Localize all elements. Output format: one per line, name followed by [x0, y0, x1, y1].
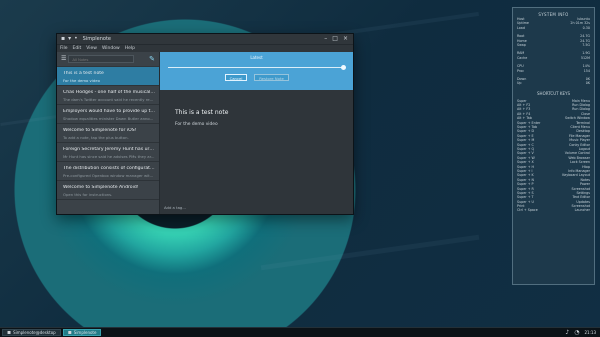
taskbar-item[interactable]: ▪ Simplenote@desktop	[2, 329, 61, 336]
shortcut-row: Ctrl + Space Launcher	[513, 208, 594, 212]
shortcut-value: Launcher	[574, 208, 590, 213]
new-note-icon[interactable]: ✎	[149, 55, 155, 63]
minimize-icon[interactable]: –	[324, 36, 327, 42]
menu-bar: File Edit View Window Help	[57, 45, 353, 52]
note-list-item[interactable]: The distribution consists of configurati…	[57, 162, 159, 181]
simplenote-window: ▪ ▾ • Simplenote – □ × File Edit View Wi…	[56, 33, 354, 215]
note-list-item[interactable]: Foreign Secretary Jeremy Hunt has urge..…	[57, 143, 159, 162]
close-icon[interactable]: ×	[343, 36, 348, 42]
volume-icon[interactable]: ♪	[565, 329, 569, 336]
restore-note-button[interactable]: Restore Note	[254, 74, 289, 81]
system-info-row: Up 0K	[513, 81, 594, 85]
note-preview: Mr Hunt has since said he advises PMs th…	[63, 154, 155, 159]
system-info-key: Up	[517, 81, 522, 86]
history-slider-handle[interactable]	[341, 65, 346, 70]
maximize-icon[interactable]: □	[332, 36, 338, 42]
note-preview: Open this for instructions.	[63, 192, 113, 197]
app-icon: ▪	[7, 328, 12, 336]
note-title: This is a test note	[63, 71, 104, 76]
history-panel: Latest Cancel Restore Note	[160, 52, 353, 90]
note-list-item[interactable]: This is a test note For the demo video	[57, 67, 159, 86]
note-preview: Shadow equalities minister Dawn Butler a…	[63, 116, 154, 121]
note-list-item[interactable]: Chas Hodges - one half of the musical d.…	[57, 86, 159, 105]
system-info-value: 0.30	[582, 25, 590, 30]
note-list-item[interactable]: Welcome to Simplenote for iOS! To add a …	[57, 124, 159, 143]
taskbar-item[interactable]: ▪ Simplenote	[62, 328, 102, 336]
pin-icon[interactable]: •	[74, 36, 78, 42]
shortcut-key: Ctrl + Space	[517, 208, 538, 213]
system-info-rows: Host lubuntu Uptime 2h 01m 32s Load 0.30 Root 2…	[513, 17, 594, 86]
system-info-value: 7.5G	[582, 42, 590, 47]
editor-body[interactable]: For the demo video	[175, 122, 338, 127]
clock: 21:13	[584, 330, 596, 335]
history-label: Latest	[250, 55, 263, 60]
taskbar: ▪ Simplenote@desktop ▪ Simplenote ♪ ◔ 21…	[0, 327, 600, 337]
cancel-button[interactable]: Cancel	[225, 74, 247, 81]
note-list-item[interactable]: Welcome to Simplenote Android! Open this…	[57, 181, 159, 200]
note-title: Employers would have to provide up to t.…	[63, 109, 155, 114]
taskbar-label: Simplenote@desktop	[13, 330, 56, 335]
menu-view[interactable]: View	[86, 46, 97, 51]
menu-help[interactable]: Help	[125, 46, 135, 51]
note-list-item[interactable]: Employers would have to provide up to t.…	[57, 105, 159, 124]
history-slider-track[interactable]	[168, 67, 345, 68]
search-input[interactable]	[68, 55, 135, 63]
network-icon[interactable]: ◔	[574, 329, 579, 336]
note-title: The distribution consists of configurati…	[63, 166, 155, 171]
shortcut-rows: Super Main Menu Alt + F2 Run Dialog Alt + F3…	[513, 99, 594, 213]
shortcut-keys-title: SHORTCUT KEYS	[537, 90, 570, 96]
app-icon: ▪	[67, 328, 72, 336]
note-title: Foreign Secretary Jeremy Hunt has urge..…	[63, 147, 155, 152]
menu-edit[interactable]: Edit	[73, 46, 82, 51]
menu-window[interactable]: Window	[102, 46, 120, 51]
system-info-key: Load	[517, 25, 525, 30]
system-info-key: Proc	[517, 68, 525, 73]
note-preview: The dam's Twitter account said he recent…	[63, 97, 155, 102]
note-preview: Pre-configured Openbox window manager wi…	[63, 173, 154, 178]
note-preview: To add a note, tap the plus button.	[63, 135, 129, 140]
system-tray: ♪ ◔ 21:13	[565, 329, 596, 336]
window-titlebar: ▪ ▾ • Simplenote – □ ×	[57, 34, 353, 45]
editor-title[interactable]: This is a test note	[175, 109, 338, 116]
system-info-panel: SYSTEM INFO Host lubuntu Uptime 2h 01m 32s L…	[512, 7, 595, 285]
editor-pane: Latest Cancel Restore Note This is a tes…	[160, 52, 353, 214]
note-title: Welcome to Simplenote for iOS!	[63, 128, 137, 133]
system-info-key: Cache	[517, 55, 528, 60]
system-info-value: 0K	[585, 81, 590, 86]
sidebar-toggle-icon[interactable]: ☰	[61, 56, 66, 62]
system-info-value: 512M	[580, 55, 590, 60]
window-menu-icon[interactable]: ▪	[61, 36, 65, 42]
window-title: Simplenote	[82, 36, 111, 42]
menu-file[interactable]: File	[60, 46, 68, 51]
note-title: Chas Hodges - one half of the musical d.…	[63, 90, 155, 95]
tag-input[interactable]: Add a tag...	[164, 205, 186, 210]
note-list-pane: ☰ ✎ This is a test note For the demo vid…	[57, 52, 160, 214]
note-search-bar: ☰ ✎	[57, 52, 159, 67]
note-preview: For the demo video	[63, 78, 100, 83]
system-info-value: 154	[583, 68, 590, 73]
note-editor[interactable]: This is a test note For the demo video	[160, 90, 353, 138]
window-options-icon[interactable]: ▾	[68, 36, 71, 42]
taskbar-label: Simplenote	[73, 330, 97, 335]
note-title: Welcome to Simplenote Android!	[63, 185, 139, 190]
system-info-key: Swap	[517, 42, 526, 47]
